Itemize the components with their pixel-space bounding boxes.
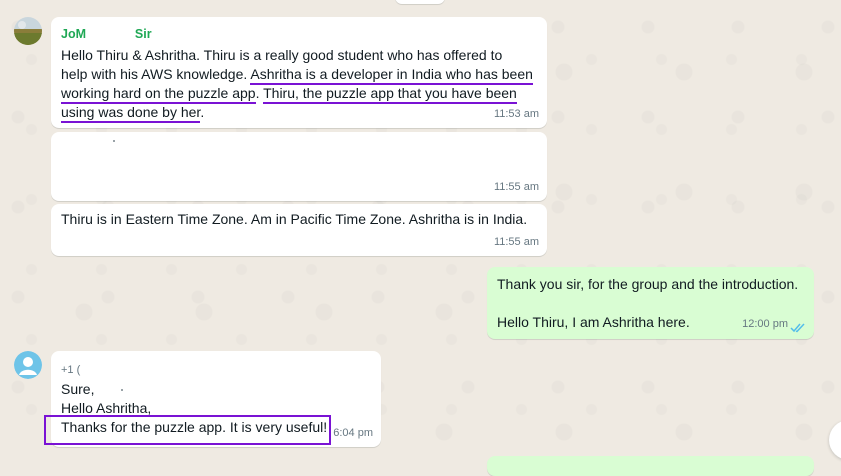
incoming-message[interactable]: JoM Sir Hello Thiru & Ashritha. Thiru is… <box>51 17 547 128</box>
highlight-underline: working hard on the puzzle app <box>61 85 256 104</box>
message-text-segment: . <box>255 85 264 101</box>
message-text: Thank you sir, for the group and the int… <box>497 276 799 292</box>
avatar[interactable] <box>14 351 42 379</box>
message-text: Thiru is in Eastern Time Zone. Am in Pac… <box>61 211 528 227</box>
incoming-message[interactable]: Thiru is in Eastern Time Zone. Am in Pac… <box>51 204 547 256</box>
default-avatar-icon <box>14 351 42 379</box>
message-text-segment: . <box>200 104 205 120</box>
incoming-message[interactable]: 11:55 am <box>51 132 547 201</box>
message-text-segment: help with his AWS knowledge. <box>61 66 251 82</box>
highlight-underline: using was done by her <box>61 104 201 123</box>
message-text: Hello Thiru & Ashritha. Thiru is a reall… <box>61 46 533 123</box>
sender-name[interactable]: JoM <box>61 27 86 41</box>
message-line: using was done by her. <box>61 103 533 123</box>
avatar-photo <box>14 17 42 45</box>
highlight-underline: Ashritha is a developer in India who has… <box>250 66 533 85</box>
highlight-underline: Thiru, the puzzle app that you have been <box>263 85 517 104</box>
message-time: 11:53 am <box>493 108 539 120</box>
message-bubble-partial <box>395 0 445 4</box>
sender-row: JoM Sir <box>61 24 152 44</box>
double-check-icon <box>790 323 805 333</box>
outgoing-message-partial[interactable] <box>487 456 814 476</box>
message-text: Hello Thiru, I am Ashritha here. <box>497 314 690 330</box>
avatar[interactable] <box>14 17 42 45</box>
message-line: help with his AWS knowledge. Ashritha is… <box>61 65 533 85</box>
sender-phone[interactable]: +1 ( <box>61 361 80 380</box>
sender-title: Sir <box>134 27 152 41</box>
highlight-box <box>44 415 331 445</box>
message-line: working hard on the puzzle app. Thiru, t… <box>61 84 533 104</box>
message-time: 6:04 pm <box>333 427 373 439</box>
redacted-mark <box>113 140 115 142</box>
message-line: Hello Thiru & Ashritha. Thiru is a reall… <box>61 47 503 63</box>
message-time: 11:55 am <box>493 181 539 193</box>
message-time: 11:55 am <box>493 236 539 248</box>
message-line: Sure, <box>61 381 95 397</box>
redacted-mark <box>121 389 123 391</box>
message-time: 12:00 pm <box>742 318 788 330</box>
outgoing-message[interactable]: Thank you sir, for the group and the int… <box>487 267 814 339</box>
